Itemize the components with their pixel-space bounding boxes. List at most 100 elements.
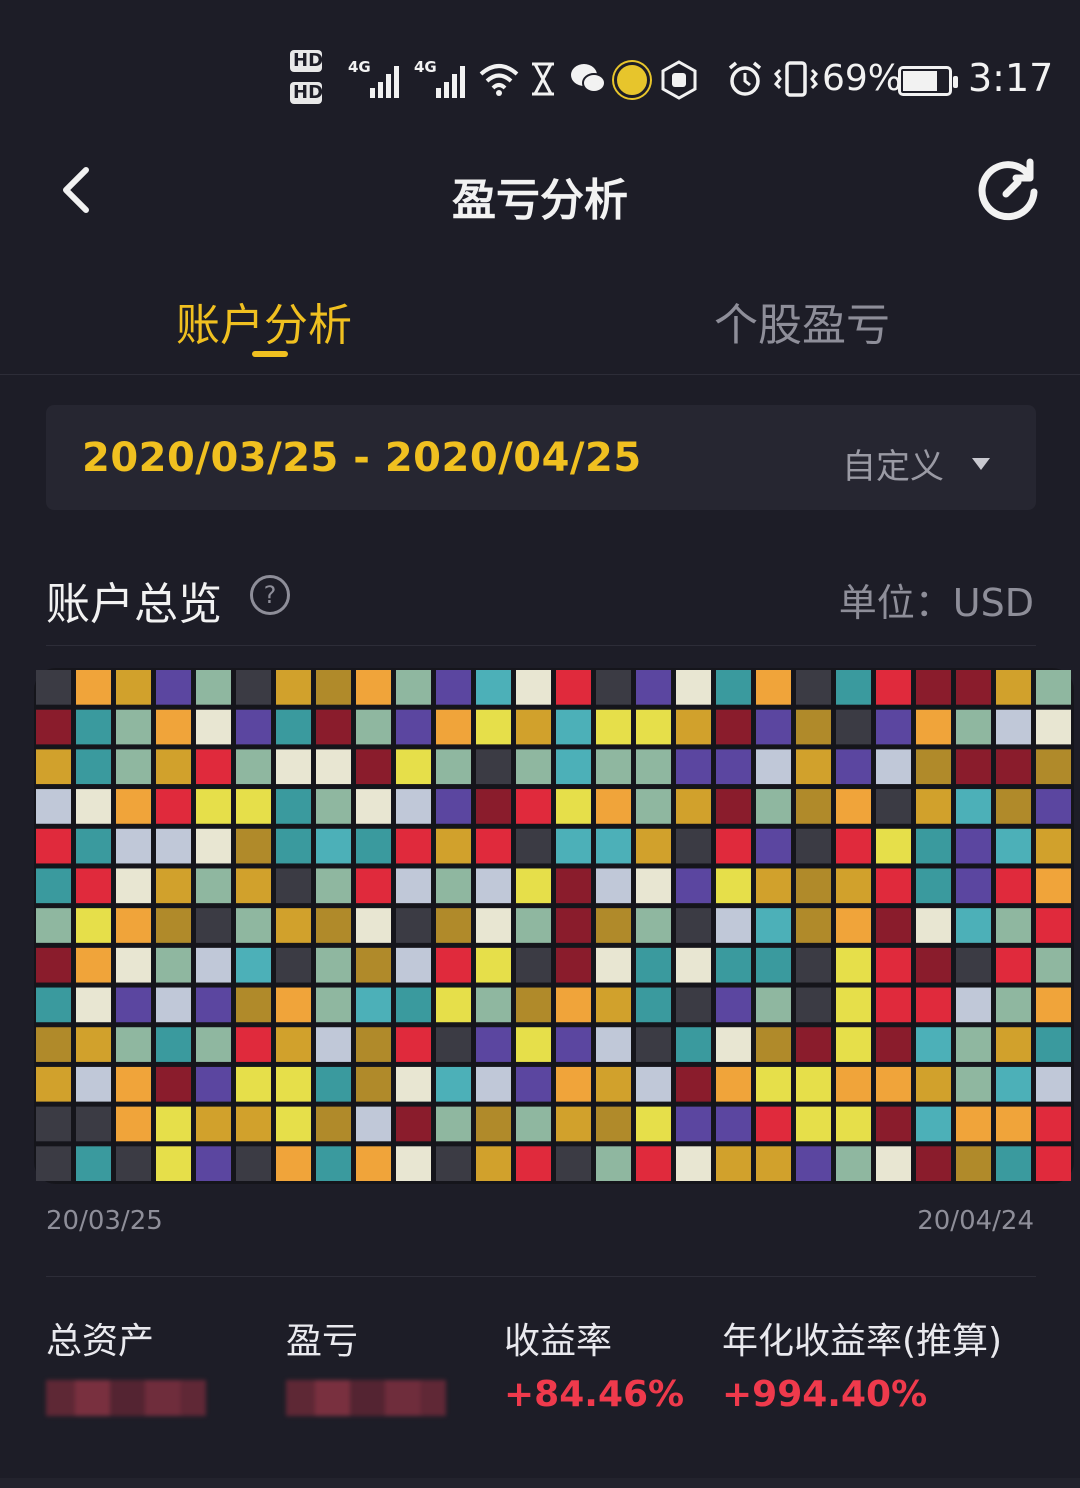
- mosaic-tile: [436, 868, 471, 904]
- mosaic-tile: [476, 1106, 511, 1142]
- date-range-selector[interactable]: 2020/03/25 - 2020/04/25 自定义: [46, 405, 1036, 510]
- mosaic-tile: [236, 670, 271, 705]
- mosaic-tile: [876, 670, 911, 705]
- mosaic-tile: [396, 868, 431, 904]
- mosaic-tile: [36, 868, 71, 904]
- mosaic-tile: [716, 947, 751, 983]
- mosaic-tile: [836, 828, 871, 864]
- mosaic-tile: [356, 709, 391, 745]
- mosaic-tile: [396, 987, 431, 1023]
- mosaic-tile: [116, 828, 151, 864]
- mosaic-tile: [436, 1106, 471, 1142]
- mosaic-tile: [876, 1146, 911, 1181]
- mosaic-tile: [1036, 670, 1071, 705]
- mosaic-tile: [516, 947, 551, 983]
- mosaic-tile: [156, 709, 191, 745]
- mosaic-tile: [196, 987, 231, 1023]
- mosaic-tile: [756, 709, 791, 745]
- mosaic-tile: [796, 868, 831, 904]
- x-axis-start-label: 20/03/25: [46, 1206, 163, 1236]
- mosaic-tile: [116, 749, 151, 785]
- tab-stock-pnl[interactable]: 个股盈亏: [714, 289, 890, 353]
- mosaic-tile: [156, 947, 191, 983]
- mosaic-tile: [956, 947, 991, 983]
- mosaic-tile: [996, 670, 1031, 705]
- mosaic-tile: [636, 1106, 671, 1142]
- mosaic-tile: [756, 1066, 791, 1102]
- mosaic-tile: [316, 868, 351, 904]
- mosaic-tile: [396, 1027, 431, 1062]
- mosaic-tile: [516, 749, 551, 785]
- mosaic-tile: [636, 1146, 671, 1181]
- mosaic-tile: [236, 1106, 271, 1142]
- mosaic-tile: [316, 749, 351, 785]
- mosaic-tile: [836, 908, 871, 943]
- mosaic-tile: [436, 749, 471, 785]
- mosaic-tile: [196, 947, 231, 983]
- mosaic-tile: [756, 749, 791, 785]
- mosaic-tile: [596, 828, 631, 864]
- mosaic-tile: [636, 1066, 671, 1102]
- mosaic-tile: [676, 749, 711, 785]
- mosaic-tile: [516, 1027, 551, 1062]
- mosaic-tile: [76, 868, 111, 904]
- mosaic-tile: [956, 987, 991, 1023]
- mosaic-tile: [516, 709, 551, 745]
- mosaic-tile: [916, 947, 951, 983]
- mosaic-tile: [796, 1146, 831, 1181]
- mosaic-tile: [996, 749, 1031, 785]
- mosaic-tile: [516, 670, 551, 705]
- mosaic-tile: [156, 749, 191, 785]
- tab-active-indicator: [252, 351, 288, 357]
- mosaic-tile: [116, 868, 151, 904]
- mosaic-tile: [876, 789, 911, 824]
- mosaic-tile: [356, 789, 391, 824]
- mosaic-tile: [956, 908, 991, 943]
- mosaic-tile: [356, 828, 391, 864]
- hourglass-icon: [532, 62, 554, 96]
- mosaic-tile: [396, 828, 431, 864]
- help-icon[interactable]: ?: [250, 575, 290, 615]
- mosaic-tile: [556, 868, 591, 904]
- x-axis-end-label: 20/04/24: [917, 1206, 1034, 1236]
- mosaic-tile: [556, 789, 591, 824]
- vibrate-icon: [773, 61, 819, 97]
- mosaic-tile: [356, 908, 391, 943]
- mosaic-tile: [396, 789, 431, 824]
- mosaic-tile: [716, 709, 751, 745]
- mosaic-tile: [556, 709, 591, 745]
- mosaic-tile: [276, 670, 311, 705]
- mosaic-tile: [756, 987, 791, 1023]
- mosaic-tile: [556, 947, 591, 983]
- mosaic-tile: [436, 789, 471, 824]
- tab-account-analysis[interactable]: 账户分析: [176, 289, 352, 353]
- mosaic-tile: [276, 709, 311, 745]
- mosaic-tile: [276, 828, 311, 864]
- mosaic-tile: [636, 987, 671, 1023]
- mosaic-tile: [796, 670, 831, 705]
- mosaic-tile: [716, 670, 751, 705]
- mosaic-tile: [1036, 947, 1071, 983]
- mosaic-tile: [116, 1027, 151, 1062]
- mosaic-tile: [276, 789, 311, 824]
- range-mode-dropdown[interactable]: 自定义: [842, 439, 990, 488]
- mosaic-tile: [796, 1027, 831, 1062]
- mosaic-tile: [956, 1066, 991, 1102]
- mosaic-tile: [76, 749, 111, 785]
- refresh-icon[interactable]: [972, 154, 1044, 226]
- divider: [46, 1276, 1036, 1277]
- mosaic-tile: [1036, 1146, 1071, 1181]
- mosaic-tile: [716, 1106, 751, 1142]
- mosaic-tile: [36, 1146, 71, 1181]
- mosaic-tile: [36, 1027, 71, 1062]
- mosaic-tile: [196, 828, 231, 864]
- mosaic-tile: [276, 749, 311, 785]
- mosaic-tile: [236, 709, 271, 745]
- mosaic-tile: [36, 828, 71, 864]
- mosaic-tile: [876, 828, 911, 864]
- mosaic-tile: [956, 1106, 991, 1142]
- mosaic-tile: [196, 749, 231, 785]
- nav-bar: 盈亏分析: [0, 150, 1080, 230]
- mosaic-tile: [356, 987, 391, 1023]
- mosaic-tile: [556, 908, 591, 943]
